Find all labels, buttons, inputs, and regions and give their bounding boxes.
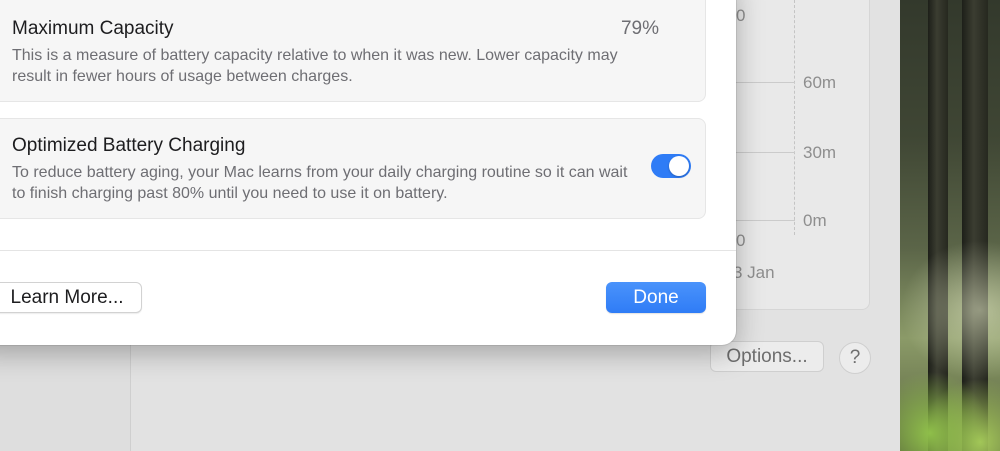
sheet-divider bbox=[0, 250, 736, 251]
done-button[interactable]: Done bbox=[606, 282, 706, 313]
options-button[interactable]: Options... bbox=[710, 341, 824, 372]
chart-date-label: 3 Jan bbox=[733, 263, 775, 282]
chart-gridline-0m bbox=[735, 220, 795, 221]
maximum-capacity-description: This is a measure of battery capacity re… bbox=[12, 47, 618, 85]
chart-tick-60m: 60m bbox=[803, 73, 837, 92]
chart-gridline-60m bbox=[735, 82, 795, 83]
chart-gridline-30m bbox=[735, 152, 795, 153]
optimized-charging-title: Optimized Battery Charging bbox=[12, 135, 246, 156]
optimized-charging-toggle[interactable] bbox=[651, 154, 691, 178]
question-mark-icon: ? bbox=[849, 347, 861, 368]
learn-more-button[interactable]: Learn More... bbox=[0, 282, 142, 313]
foliage bbox=[900, 361, 1000, 451]
desktop-wallpaper bbox=[900, 0, 1000, 451]
chart-tick-0m: 0m bbox=[803, 211, 827, 230]
battery-health-sheet: Maximum Capacity 79% This is a measure o… bbox=[0, 0, 736, 345]
help-button[interactable]: ? bbox=[839, 342, 871, 374]
chart-tick-partial-bottom: 0 bbox=[736, 231, 746, 250]
chart-tick-30m: 30m bbox=[803, 143, 837, 162]
maximum-capacity-value: 79% bbox=[620, 18, 659, 39]
maximum-capacity-title: Maximum Capacity bbox=[12, 18, 174, 39]
optimized-charging-description: To reduce battery aging, your Mac learns… bbox=[12, 164, 628, 202]
sunlight-haze bbox=[900, 240, 1000, 380]
chart-gridline-vertical bbox=[794, 0, 795, 235]
chart-tick-partial-top: 0 bbox=[736, 6, 746, 25]
toggle-knob bbox=[669, 156, 689, 176]
maximum-capacity-panel: Maximum Capacity 79% This is a measure o… bbox=[0, 0, 706, 102]
optimized-charging-panel: Optimized Battery Charging To reduce bat… bbox=[0, 118, 706, 219]
